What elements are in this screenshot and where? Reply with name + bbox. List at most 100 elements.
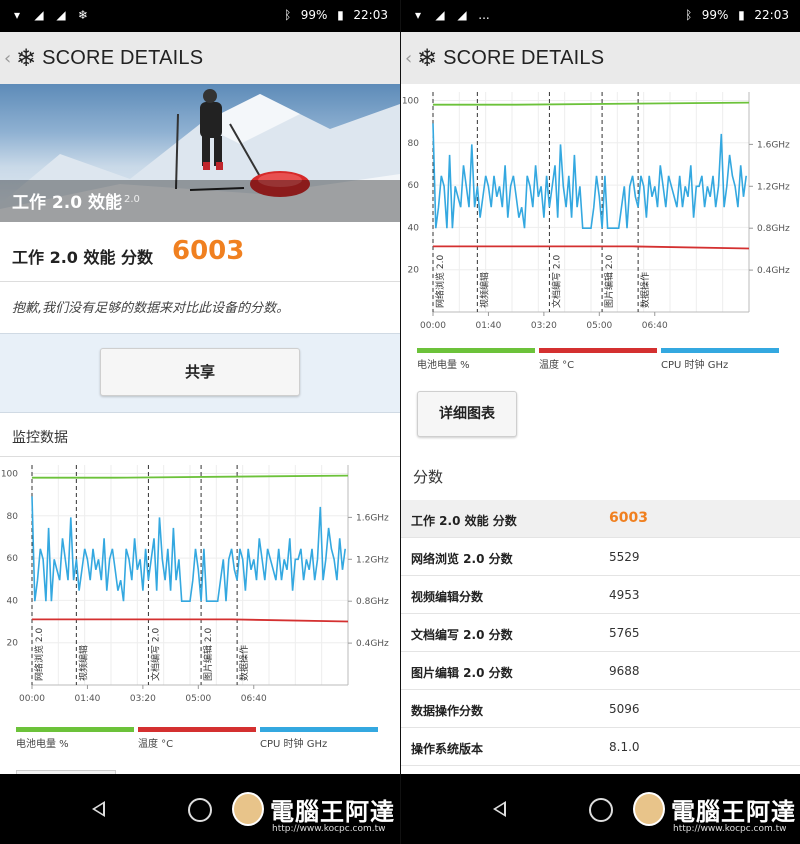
legend-swatch [539, 348, 657, 353]
y-tick-label: 80 [7, 512, 19, 522]
chart-legend: 电池电量 % 温度 °C CPU 时钟 GHz [0, 727, 400, 757]
nav-home-icon[interactable] [188, 798, 212, 822]
score-table-row: 图片编辑 2.0 分数 9688 [401, 652, 800, 690]
left-screen: ▾ ◢ ◢ ❄ ᛒ 99% ▮ 22:03 ‹ ❄ SCORE DETAILS [0, 0, 400, 844]
legend-swatch [16, 727, 134, 732]
nav-home-icon[interactable] [589, 798, 613, 822]
back-chevron-icon[interactable]: ‹ [405, 48, 415, 69]
battery-icon: ▮ [738, 8, 745, 22]
y-right-tick-label: 0.4GHz [757, 266, 790, 276]
phase-marker-label: 数据操作 [639, 272, 651, 308]
score-row-label: 数据操作分数 [411, 704, 484, 718]
bluetooth-icon: ᛒ [685, 8, 693, 22]
no-data-message: 抱歉,我们没有足够的数据来对比此设备的分数。 [0, 283, 400, 333]
app-bar: ‹ ❄ SCORE DETAILS [0, 32, 400, 84]
phase-marker-label: 文档编写 2.0 [550, 255, 562, 308]
legend-label: 温度 °C [539, 360, 575, 371]
x-tick-label: 01:40 [475, 321, 501, 331]
monitor-chart: 20 40 60 80 100 0.4GHz 0.8GHz 1.2GHz 1.6GHz 00:00… [0, 457, 400, 747]
snowflake-logo-icon: ❄ [16, 44, 37, 72]
x-tick-label: 03:20 [130, 694, 156, 704]
legend-item: 温度 °C [539, 348, 657, 371]
score-row-label: 文档编写 2.0 分数 [411, 628, 513, 642]
score-row-label: 操作系统版本 [411, 742, 484, 756]
watermark-url: http://www.kocpc.com.tw [272, 824, 386, 834]
legend-swatch [260, 727, 378, 732]
y-right-tick-label: 1.6GHz [757, 140, 790, 150]
status-bar: ▾ ◢ ◢ ... ᛒ 99% ▮ 22:03 [401, 0, 800, 32]
hero-title: 工作 2.0 效能 [12, 193, 122, 213]
x-tick-label: 00:00 [420, 321, 446, 331]
detail-chart-button[interactable]: 详细图表 [417, 391, 517, 437]
nav-back-icon[interactable] [92, 801, 105, 817]
phase-marker-label: 网络浏览 2.0 [434, 255, 446, 308]
y-right-tick-label: 0.8GHz [356, 597, 389, 607]
snowflake-logo-icon: ❄ [417, 44, 438, 72]
phase-marker-label: 文档编写 2.0 [149, 628, 161, 681]
share-button[interactable]: 共享 [100, 348, 300, 396]
back-chevron-icon[interactable]: ‹ [4, 48, 14, 69]
x-tick-label: 05:00 [586, 321, 612, 331]
y-right-tick-label: 1.2GHz [356, 555, 389, 565]
chart-svg: 20 40 60 80 100 0.4GHz 0.8GHz 1.2GHz 1.6GHz 00:00… [402, 92, 790, 331]
y-tick-label: 40 [7, 596, 19, 606]
score-table-row: 文档编写 2.0 分数 5765 [401, 614, 800, 652]
signal-icon: ◢ [34, 8, 44, 22]
page-title: SCORE DETAILS [42, 46, 204, 69]
legend-item: CPU 时钟 GHz [661, 348, 779, 371]
y-tick-label: 20 [408, 266, 420, 276]
score-row-value: 4953 [609, 588, 640, 602]
legend-label: 电池电量 % [417, 360, 470, 371]
score-label: 工作 2.0 效能 分数 [12, 248, 154, 267]
nav-back-icon[interactable] [493, 801, 506, 817]
y-tick-label: 100 [402, 96, 419, 106]
watermark-url: http://www.kocpc.com.tw [673, 824, 787, 834]
x-tick-label: 05:00 [185, 694, 211, 704]
app-bar: ‹ ❄ SCORE DETAILS [401, 32, 800, 84]
legend-item: 电池电量 % [417, 348, 535, 371]
wifi-icon: ▾ [414, 8, 422, 22]
score-row-label: 视频编辑分数 [411, 590, 484, 604]
y-tick-label: 60 [7, 554, 19, 564]
score-table: 工作 2.0 效能 分数 6003 网络浏览 2.0 分数 5529 视频编辑分数 495… [401, 500, 800, 766]
status-bar: ▾ ◢ ◢ ❄ ᛒ 99% ▮ 22:03 [0, 0, 400, 32]
series-line-cpu [31, 496, 346, 602]
chart-legend: 电池电量 % 温度 °C CPU 时钟 GHz [401, 348, 800, 378]
right-screen: ▾ ◢ ◢ ... ᛒ 99% ▮ 22:03 ‹ ❄ SCORE DETAIL… [400, 0, 800, 844]
watermark-text: 電腦王阿達 [671, 798, 796, 826]
signal-icon: ◢ [457, 8, 467, 22]
phase-marker-label: 网络浏览 2.0 [33, 628, 45, 681]
legend-item: 温度 °C [138, 727, 256, 750]
legend-label: CPU 时钟 GHz [260, 739, 328, 750]
nav-bar: 電腦王阿達 http://www.kocpc.com.tw [401, 774, 800, 844]
score-content: 20 40 60 80 100 0.4GHz 0.8GHz 1.2GHz 1.6GHz 00:00… [401, 84, 800, 774]
score-row-value: 5096 [609, 702, 640, 716]
score-table-row: 视频编辑分数 4953 [401, 576, 800, 614]
y-tick-label: 100 [1, 469, 18, 479]
mascot-icon [633, 792, 665, 826]
legend-label: 电池电量 % [16, 739, 69, 750]
score-row-value: 8.1.0 [609, 740, 640, 754]
x-tick-label: 00:00 [19, 694, 45, 704]
x-tick-label: 06:40 [241, 694, 267, 704]
clock: 22:03 [353, 8, 388, 22]
phase-marker-label: 视频编辑 [77, 645, 89, 681]
legend-swatch [138, 727, 256, 732]
more-notifications-icon: ... [478, 8, 490, 22]
score-row-value: 5529 [609, 550, 640, 564]
y-right-tick-label: 0.4GHz [356, 639, 389, 649]
y-right-tick-label: 1.6GHz [356, 513, 389, 523]
snowflake-icon: ❄ [77, 8, 89, 22]
phase-marker-label: 图片编辑 2.0 [202, 628, 214, 681]
battery-percent: 99% [701, 8, 729, 22]
bluetooth-icon: ᛒ [284, 8, 292, 22]
nav-bar: 電腦王阿達 http://www.kocpc.com.tw [0, 774, 400, 844]
watermark-logo: 電腦王阿達 http://www.kocpc.com.tw [232, 792, 398, 842]
score-row-value: 6003 [609, 510, 648, 526]
y-tick-label: 80 [408, 139, 420, 149]
monitor-data-title: 监控数据 [0, 413, 400, 457]
score-row-label: 图片编辑 2.0 分数 [411, 666, 513, 680]
x-tick-label: 03:20 [531, 321, 557, 331]
page-title: SCORE DETAILS [443, 46, 605, 69]
x-tick-label: 06:40 [642, 321, 668, 331]
